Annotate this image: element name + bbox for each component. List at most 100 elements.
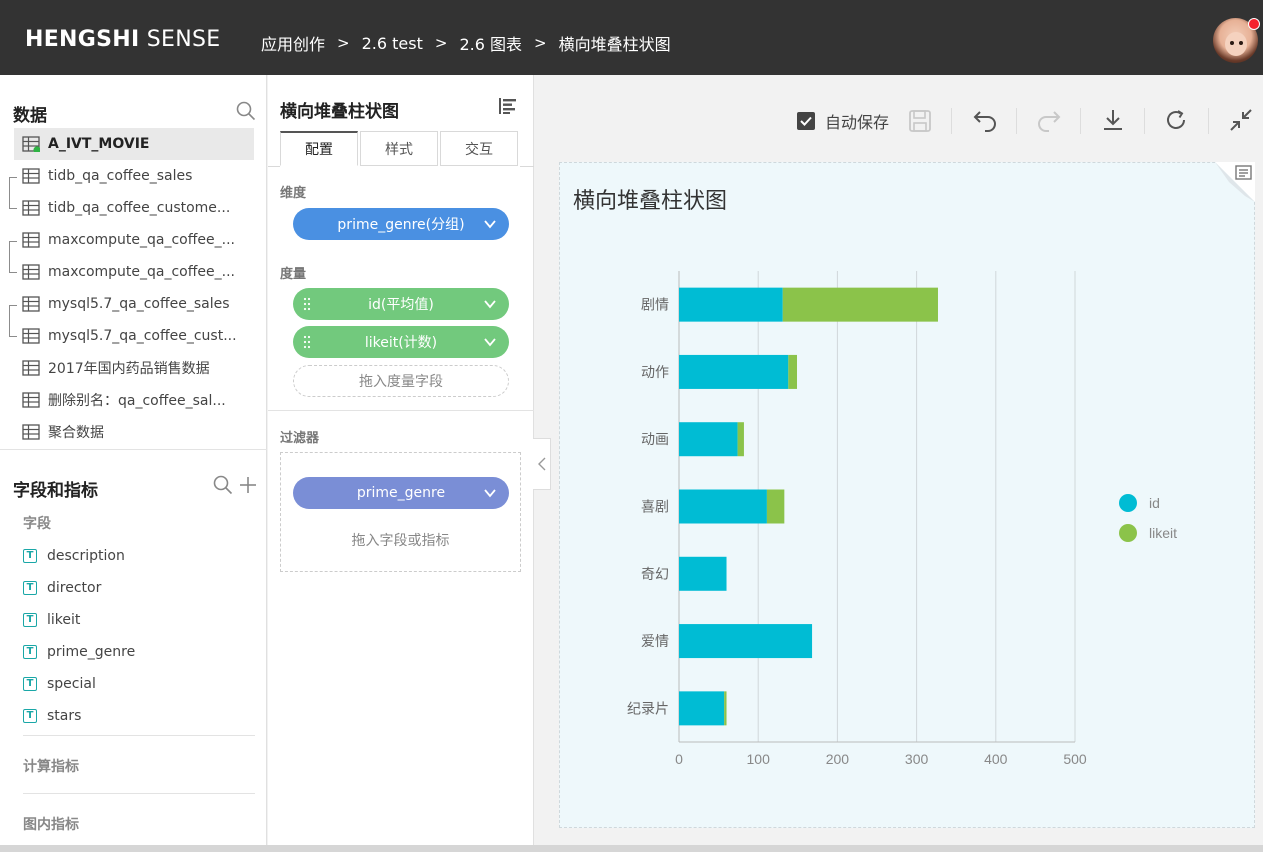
bar-id[interactable] (679, 691, 725, 726)
chart-card[interactable]: 横向堆叠柱状图 0 100 200 300 400 500 剧情 动作 动画 喜剧 奇幻 爱情 纪录片 i… (559, 162, 1255, 828)
horizontal-scrollbar[interactable] (0, 845, 1263, 852)
bar-likeit[interactable] (724, 691, 727, 726)
field-item[interactable]: Tspecial (23, 672, 96, 696)
bar-likeit[interactable] (782, 287, 938, 322)
table-icon (22, 360, 40, 376)
legend-marker[interactable] (1119, 494, 1137, 512)
drag-handle-icon[interactable] (303, 335, 311, 349)
breadcrumb-separator: > (533, 34, 547, 52)
autosave-label: 自动保存 (825, 113, 890, 132)
breadcrumb-item-app[interactable]: 应用创作 (261, 31, 325, 55)
bar-id[interactable] (679, 354, 789, 389)
redo-icon[interactable] (1036, 108, 1062, 132)
tab-config[interactable]: 配置 (280, 131, 358, 166)
y-tick-label: 爱情 (641, 634, 669, 650)
collapse-panel-button[interactable] (533, 438, 551, 490)
tab-interaction[interactable]: 交互 (440, 131, 518, 166)
measure-pill[interactable]: likeit(计数) (293, 326, 509, 358)
breadcrumb-item-dashboard[interactable]: 2.6 图表 (459, 31, 522, 55)
dataset-item[interactable]: 2017年国内药品销售数据 (14, 352, 254, 384)
dataset-item[interactable]: mysql5.7_qa_coffee_sales (14, 288, 254, 320)
field-item[interactable]: Tstars (23, 704, 81, 728)
search-icon[interactable] (213, 475, 233, 495)
dataset-item[interactable]: mysql5.7_qa_coffee_cust... (14, 320, 254, 352)
chart-type-icon[interactable] (498, 97, 518, 115)
table-icon (22, 424, 40, 440)
exit-fullscreen-icon[interactable] (1229, 108, 1253, 132)
chevron-down-icon[interactable] (483, 297, 497, 311)
filter-drop-area[interactable] (280, 452, 521, 572)
text-type-icon: T (23, 709, 37, 723)
table-icon (22, 392, 40, 408)
bar-id[interactable] (679, 422, 738, 457)
filter-pill[interactable]: prime_genre (293, 477, 509, 509)
download-icon[interactable] (1101, 108, 1125, 132)
y-tick-label: 纪录片 (627, 701, 669, 717)
bar-likeit[interactable] (737, 422, 744, 457)
notification-dot (1248, 18, 1260, 30)
table-icon (22, 136, 40, 152)
dataset-item[interactable]: tidb_qa_coffee_custome... (14, 192, 254, 224)
breadcrumb-item-app-name[interactable]: 2.6 test (362, 34, 423, 53)
add-icon[interactable] (238, 475, 258, 495)
breadcrumb-separator: > (434, 34, 448, 52)
field-item[interactable]: Tprime_genre (23, 640, 135, 664)
chevron-down-icon[interactable] (483, 217, 497, 231)
measure-label: 度量 (280, 267, 307, 282)
undo-icon[interactable] (972, 108, 998, 132)
chart-name-title[interactable]: 横向堆叠柱状图 (280, 97, 399, 122)
brand-rest: SENSE (139, 27, 221, 52)
dimension-pill[interactable]: prime_genre(分组) (293, 208, 509, 240)
search-icon[interactable] (236, 101, 256, 121)
bar-id[interactable] (679, 556, 727, 591)
tab-style[interactable]: 样式 (360, 131, 438, 166)
y-tick-label: 动作 (641, 365, 669, 381)
inchart-metrics-label[interactable]: 图内指标 (23, 814, 79, 834)
field-item[interactable]: Tdirector (23, 576, 101, 600)
breadcrumb: 应用创作 > 2.6 test > 2.6 图表 > 横向堆叠柱状图 (261, 31, 671, 55)
dataset-item[interactable]: maxcompute_qa_coffee_... (14, 256, 254, 288)
dataset-label: A_IVT_MOVIE (48, 136, 150, 152)
measure-pill[interactable]: id(平均值) (293, 288, 509, 320)
field-item[interactable]: Tlikeit (23, 608, 80, 632)
bar-likeit[interactable] (788, 354, 798, 389)
dataset-label: tidb_qa_coffee_custome... (48, 200, 231, 216)
dimension-pill-label: prime_genre(分组) (337, 217, 465, 233)
dataset-label: 2017年国内药品销售数据 (48, 361, 210, 377)
legend-label[interactable]: id (1149, 495, 1160, 511)
dataset-label: maxcompute_qa_coffee_... (48, 264, 235, 280)
save-icon[interactable] (908, 109, 932, 133)
dataset-item[interactable]: maxcompute_qa_coffee_... (14, 224, 254, 256)
autosave-toggle[interactable]: 自动保存 (797, 108, 889, 134)
refresh-icon[interactable] (1165, 109, 1187, 131)
brand-bold: HENGSHI (25, 27, 140, 52)
dataset-item[interactable]: A_IVT_MOVIE (14, 128, 254, 160)
fields-section-label: 字段 (23, 516, 51, 532)
dataset-item[interactable]: 删除别名：qa_coffee_sal... (14, 384, 254, 416)
dataset-item[interactable]: 聚合数据 (14, 416, 254, 448)
dataset-link-icon (9, 177, 17, 209)
legend-marker[interactable] (1119, 524, 1137, 542)
x-tick-label: 500 (1063, 751, 1087, 767)
legend-label[interactable]: likeit (1149, 525, 1177, 541)
dataset-item[interactable]: tidb_qa_coffee_sales (14, 160, 254, 192)
data-sidebar: 数据 A_IVT_MOVIE tidb_qa_coffee_sales tidb_q… (0, 75, 267, 852)
filter-pill-label: prime_genre (356, 485, 446, 501)
bar-id[interactable] (679, 287, 783, 322)
chevron-down-icon[interactable] (483, 335, 497, 349)
brand-logo[interactable]: HENGSHI SENSE (25, 27, 220, 52)
top-header: HENGSHI SENSE 应用创作 > 2.6 test > 2.6 图表 >… (0, 0, 1263, 75)
chart-plot: 0 100 200 300 400 500 剧情动作动画喜剧奇幻爱情纪录片 id likeit (627, 271, 1177, 767)
chevron-down-icon[interactable] (483, 486, 497, 500)
autosave-checkbox[interactable] (797, 112, 815, 130)
dataset-label: maxcompute_qa_coffee_... (48, 232, 235, 248)
measure-drop-zone[interactable]: 拖入度量字段 (293, 365, 509, 397)
field-item[interactable]: Tdescription (23, 544, 125, 568)
bar-id[interactable] (679, 489, 767, 524)
bar-id[interactable] (679, 624, 813, 659)
drag-handle-icon[interactable] (303, 297, 311, 311)
field-label: prime_genre (47, 644, 136, 660)
y-tick-label: 动画 (641, 432, 669, 448)
bar-likeit[interactable] (766, 489, 785, 524)
computed-metrics-label[interactable]: 计算指标 (23, 756, 79, 776)
